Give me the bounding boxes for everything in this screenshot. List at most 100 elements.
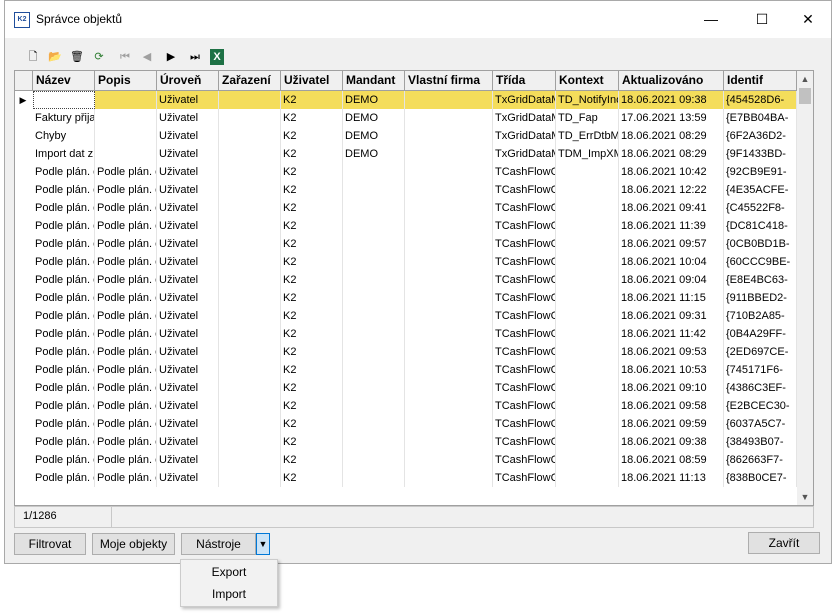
cell-mandant[interactable]: [343, 451, 405, 469]
cell-level[interactable]: Uživatel: [157, 235, 219, 253]
cell-context[interactable]: [556, 199, 619, 217]
cell-context[interactable]: TD_NotifyInc: [556, 91, 619, 109]
cell-identifier[interactable]: {4386C3EF-: [724, 379, 797, 397]
cell-context[interactable]: [556, 271, 619, 289]
cell-category[interactable]: [219, 415, 281, 433]
column-header-context[interactable]: Kontext: [556, 71, 619, 91]
cell-context[interactable]: [556, 235, 619, 253]
cell-name[interactable]: Podle plán. c: [33, 451, 95, 469]
cell-category[interactable]: [219, 199, 281, 217]
column-header-description[interactable]: Popis: [95, 71, 157, 91]
cell-mandant[interactable]: [343, 289, 405, 307]
cell-name[interactable]: Podle plán. c: [33, 397, 95, 415]
cell-description[interactable]: Podle plán. c: [95, 361, 157, 379]
new-record-icon[interactable]: 🗋: [24, 47, 42, 67]
table-row[interactable]: Import dat z Uživatel K2 DEMO TxGridDataM TDM…: [15, 145, 797, 163]
cell-description[interactable]: Podle plán. c: [95, 307, 157, 325]
cell-class[interactable]: TCashFlowC: [493, 343, 556, 361]
cell-mandant[interactable]: [343, 343, 405, 361]
cell-updated[interactable]: 18.06.2021 08:59: [619, 451, 724, 469]
cell-user[interactable]: K2: [281, 109, 343, 127]
cell-own-company[interactable]: [405, 199, 493, 217]
column-header-own-company[interactable]: Vlastní firma: [405, 71, 493, 91]
cell-user[interactable]: K2: [281, 235, 343, 253]
cell-updated[interactable]: 18.06.2021 11:42: [619, 325, 724, 343]
cell-mandant[interactable]: DEMO: [343, 145, 405, 163]
cell-class[interactable]: TCashFlowC: [493, 289, 556, 307]
cell-category[interactable]: [219, 361, 281, 379]
table-row[interactable]: Podle plán. c Podle plán. c Uživatel K2 TCas…: [15, 271, 797, 289]
cell-class[interactable]: TxGridDataM: [493, 91, 556, 109]
cell-category[interactable]: [219, 217, 281, 235]
cell-user[interactable]: K2: [281, 307, 343, 325]
cell-identifier[interactable]: {E2BCEC30-: [724, 397, 797, 415]
cell-identifier[interactable]: {60CCC9BE-: [724, 253, 797, 271]
table-row[interactable]: Podle plán. c Podle plán. c Uživatel K2 TCas…: [15, 379, 797, 397]
cell-category[interactable]: [219, 307, 281, 325]
cell-mandant[interactable]: [343, 433, 405, 451]
cell-name[interactable]: Podle plán. c: [33, 181, 95, 199]
table-row[interactable]: Podle plán. c Podle plán. c Uživatel K2 TCas…: [15, 397, 797, 415]
cell-context[interactable]: TD_ErrDtbMo: [556, 127, 619, 145]
cell-own-company[interactable]: [405, 253, 493, 271]
cell-own-company[interactable]: [405, 469, 493, 487]
cell-description[interactable]: Podle plán. c: [95, 397, 157, 415]
cell-user[interactable]: K2: [281, 199, 343, 217]
cell-level[interactable]: Uživatel: [157, 433, 219, 451]
close-window-button[interactable]: ✕: [785, 1, 831, 38]
cell-user[interactable]: K2: [281, 325, 343, 343]
cell-context[interactable]: [556, 433, 619, 451]
cell-updated[interactable]: 18.06.2021 09:53: [619, 343, 724, 361]
delete-icon[interactable]: 🗑: [68, 47, 86, 67]
cell-name[interactable]: Chyby: [33, 127, 95, 145]
cell-name[interactable]: Podle plán. c: [33, 325, 95, 343]
table-row[interactable]: ▶ Uživatel K2 DEMO TxGridDataM TD_NotifyInc 18…: [15, 91, 797, 109]
cell-category[interactable]: [219, 253, 281, 271]
cell-description[interactable]: Podle plán. c: [95, 469, 157, 487]
cell-own-company[interactable]: [405, 325, 493, 343]
cell-updated[interactable]: 17.06.2021 13:59: [619, 109, 724, 127]
cell-identifier[interactable]: {6F2A36D2-: [724, 127, 797, 145]
cell-category[interactable]: [219, 289, 281, 307]
cell-description[interactable]: Podle plán. c: [95, 451, 157, 469]
table-row[interactable]: Chyby Uživatel K2 DEMO TxGridDataM TD_ErrDtbM…: [15, 127, 797, 145]
cell-name[interactable]: Podle plán. c: [33, 415, 95, 433]
cell-name[interactable]: [33, 91, 95, 109]
cell-category[interactable]: [219, 181, 281, 199]
cell-identifier[interactable]: {4E35ACFE-: [724, 181, 797, 199]
cell-class[interactable]: TCashFlowC: [493, 217, 556, 235]
cell-description[interactable]: Podle plán. c: [95, 235, 157, 253]
cell-own-company[interactable]: [405, 145, 493, 163]
cell-updated[interactable]: 18.06.2021 10:53: [619, 361, 724, 379]
cell-class[interactable]: TCashFlowC: [493, 415, 556, 433]
cell-level[interactable]: Uživatel: [157, 307, 219, 325]
cell-level[interactable]: Uživatel: [157, 343, 219, 361]
cell-level[interactable]: Uživatel: [157, 361, 219, 379]
cell-class[interactable]: TxGridDataM: [493, 145, 556, 163]
cell-user[interactable]: K2: [281, 253, 343, 271]
next-record-icon[interactable]: ▶: [162, 47, 180, 67]
table-row[interactable]: Podle plán. c Podle plán. c Uživatel K2 TCas…: [15, 451, 797, 469]
cell-description[interactable]: [95, 145, 157, 163]
cell-user[interactable]: K2: [281, 181, 343, 199]
previous-record-icon[interactable]: ◀: [138, 47, 156, 67]
cell-updated[interactable]: 18.06.2021 12:22: [619, 181, 724, 199]
cell-context[interactable]: TDM_ImpXML: [556, 145, 619, 163]
column-header-updated[interactable]: Aktualizováno: [619, 71, 724, 91]
cell-class[interactable]: TCashFlowC: [493, 361, 556, 379]
cell-mandant[interactable]: [343, 361, 405, 379]
cell-category[interactable]: [219, 325, 281, 343]
cell-updated[interactable]: 18.06.2021 08:29: [619, 145, 724, 163]
cell-mandant[interactable]: [343, 217, 405, 235]
cell-identifier[interactable]: {38493B07-: [724, 433, 797, 451]
cell-mandant[interactable]: DEMO: [343, 91, 405, 109]
table-row[interactable]: Podle plán. c Podle plán. c Uživatel K2 TCas…: [15, 181, 797, 199]
cell-description[interactable]: Podle plán. c: [95, 343, 157, 361]
column-header-mandant[interactable]: Mandant: [343, 71, 405, 91]
cell-class[interactable]: TCashFlowC: [493, 181, 556, 199]
cell-mandant[interactable]: [343, 199, 405, 217]
cell-own-company[interactable]: [405, 361, 493, 379]
cell-identifier[interactable]: {838B0CE7-: [724, 469, 797, 487]
cell-user[interactable]: K2: [281, 469, 343, 487]
cell-name[interactable]: Podle plán. c: [33, 235, 95, 253]
